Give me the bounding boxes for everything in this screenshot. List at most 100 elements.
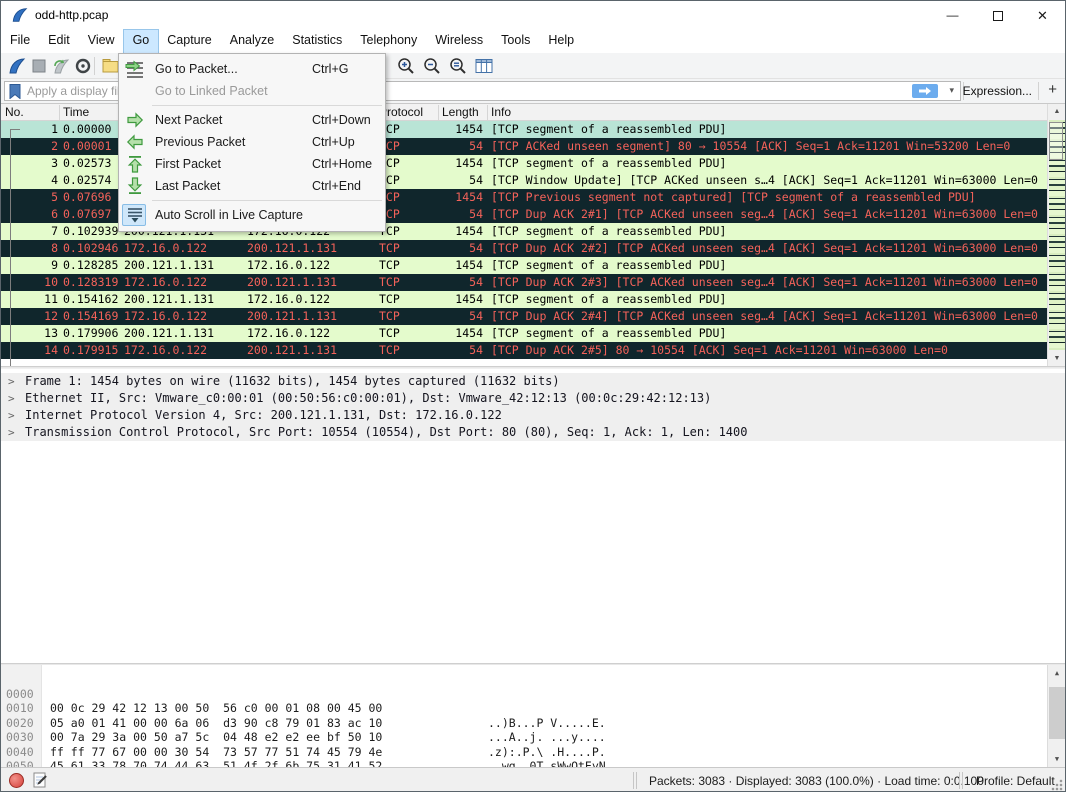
- expander-icon[interactable]: >: [8, 373, 15, 390]
- menu-item-previous-packet[interactable]: Previous PacketCtrl+Up: [119, 131, 385, 153]
- packet-list-scrollbar[interactable]: ▲ ▼: [1047, 104, 1065, 367]
- hex-row[interactable]: 0050 52 66 47 59 67 53 32 41 34 47 59 35…: [1, 745, 1065, 760]
- menu-item-go-to-packet[interactable]: Go to Packet...Ctrl+G: [119, 58, 385, 80]
- cell-info: [TCP Dup ACK 2#4] [TCP ACKed unseen seg……: [491, 308, 1047, 325]
- add-filter-button[interactable]: +: [1048, 81, 1057, 98]
- cell-destination: 172.16.0.122: [247, 325, 330, 342]
- column-header-length[interactable]: Length: [442, 105, 479, 119]
- cell-info: [TCP ACKed unseen segment] 80 → 10554 [A…: [491, 138, 1047, 155]
- detail-text: Transmission Control Protocol, Src Port:…: [25, 424, 747, 441]
- packet-row[interactable]: 14 0.179915 172.16.0.122 200.121.1.131 T…: [1, 342, 1049, 359]
- packet-row[interactable]: 11 0.154162 200.121.1.131 172.16.0.122 T…: [1, 291, 1049, 308]
- scroll-down-icon[interactable]: ▼: [1048, 351, 1066, 367]
- apply-filter-button[interactable]: [912, 84, 938, 98]
- cell-info: [TCP segment of a reassembled PDU]: [491, 155, 1047, 172]
- close-button[interactable]: ✕: [1020, 1, 1065, 30]
- packet-row[interactable]: 10 0.128319 172.16.0.122 200.121.1.131 T…: [1, 274, 1049, 291]
- scroll-down-icon[interactable]: ▼: [1048, 751, 1066, 767]
- menu-help[interactable]: Help: [539, 30, 583, 53]
- menu-telephony[interactable]: Telephony: [351, 30, 426, 53]
- detail-tree-row[interactable]: > Transmission Control Protocol, Src Port…: [1, 424, 1065, 441]
- zoom-out-icon[interactable]: [422, 56, 442, 76]
- menu-file[interactable]: File: [1, 30, 39, 53]
- menubar: FileEditViewGoCaptureAnalyzeStatisticsTe…: [1, 30, 1065, 53]
- cell-destination: 172.16.0.122: [247, 291, 330, 308]
- hex-row[interactable]: 0030 ff ff 77 67 00 00 30 54 73 57 77 51…: [1, 716, 1065, 731]
- resize-columns-icon[interactable]: [474, 56, 494, 76]
- scrollbar-thumb[interactable]: [1049, 122, 1063, 160]
- cell-time: 0.179915: [63, 342, 118, 359]
- filterbar-separator: [1038, 82, 1039, 100]
- statusbar: Packets: 3083 · Displayed: 3083 (100.0%)…: [1, 767, 1065, 792]
- cell-time: 0.128319: [63, 274, 118, 291]
- expression-button[interactable]: Expression...: [963, 84, 1032, 98]
- menu-view[interactable]: View: [79, 30, 124, 53]
- cell-destination: 200.121.1.131: [247, 274, 337, 291]
- column-header-info[interactable]: Info: [491, 105, 511, 119]
- expander-icon[interactable]: >: [8, 407, 15, 424]
- menu-edit[interactable]: Edit: [39, 30, 79, 53]
- column-header-time[interactable]: Time: [63, 105, 89, 119]
- cell-info: [TCP Dup ACK 2#1] [TCP ACKed unseen seg……: [491, 206, 1047, 223]
- pane-splitter[interactable]: [1, 366, 1065, 368]
- detail-tree-row[interactable]: > Frame 1: 1454 bytes on wire (11632 bits…: [1, 373, 1065, 390]
- menu-wireless[interactable]: Wireless: [426, 30, 492, 53]
- hex-row[interactable]: 0020 00 7a 29 3a 00 50 a7 5c 04 48 e2 e2…: [1, 701, 1065, 716]
- detail-text: Frame 1: 1454 bytes on wire (11632 bits)…: [25, 373, 560, 390]
- zoom-reset-icon[interactable]: [448, 56, 468, 76]
- cell-destination: 200.121.1.131: [247, 240, 337, 257]
- restart-capture-icon[interactable]: [51, 56, 71, 76]
- cell-destination: 172.16.0.122: [247, 257, 330, 274]
- column-header-no[interactable]: No.: [5, 105, 24, 119]
- zoom-in-icon[interactable]: [396, 56, 416, 76]
- menu-go[interactable]: Go: [124, 30, 159, 53]
- hex-row[interactable]: 0010 05 a0 01 41 00 00 6a 06 d3 90 c8 79…: [1, 687, 1065, 702]
- expander-icon[interactable]: >: [8, 424, 15, 441]
- column-separator[interactable]: [438, 105, 439, 120]
- resize-grip[interactable]: [1051, 779, 1063, 791]
- minimize-button[interactable]: —: [930, 1, 975, 30]
- start-capture-icon[interactable]: [7, 56, 27, 76]
- scroll-up-icon[interactable]: ▲: [1048, 665, 1066, 681]
- cell-time: 0.102939: [63, 223, 118, 240]
- menu-analyze[interactable]: Analyze: [221, 30, 283, 53]
- packet-details-pane: > Frame 1: 1454 bytes on wire (11632 bits…: [1, 369, 1065, 663]
- cell-info: [TCP segment of a reassembled PDU]: [491, 223, 1047, 240]
- column-separator[interactable]: [59, 105, 60, 120]
- menu-item-auto-scroll-in-live-capture[interactable]: Auto Scroll in Live Capture: [119, 204, 385, 226]
- menu-capture[interactable]: Capture: [158, 30, 220, 53]
- menu-item-next-packet[interactable]: Next PacketCtrl+Down: [119, 109, 385, 131]
- packet-row[interactable]: 13 0.179906 200.121.1.131 172.16.0.122 T…: [1, 325, 1049, 342]
- menu-statistics[interactable]: Statistics: [283, 30, 351, 53]
- hex-row[interactable]: 0040 45 61 33 78 70 74 44 63 51 4f 2f 6b…: [1, 730, 1065, 745]
- expert-info-icon[interactable]: [9, 773, 24, 788]
- filter-dropdown-caret-icon[interactable]: ▾: [949, 85, 954, 96]
- packet-row[interactable]: 8 0.102946 172.16.0.122 200.121.1.131 TC…: [1, 240, 1049, 257]
- hex-row[interactable]: 0000 00 0c 29 42 12 13 00 50 56 c0 00 01…: [1, 672, 1065, 687]
- packet-row[interactable]: 9 0.128285 200.121.1.131 172.16.0.122 TC…: [1, 257, 1049, 274]
- capture-comment-icon[interactable]: [33, 772, 48, 792]
- maximize-button[interactable]: [975, 1, 1020, 30]
- cell-time: 0.128285: [63, 257, 118, 274]
- cell-protocol: TCP: [379, 274, 400, 291]
- cell-info: [TCP Dup ACK 2#2] [TCP ACKed unseen seg……: [491, 240, 1047, 257]
- scroll-up-icon[interactable]: ▲: [1048, 104, 1066, 120]
- detail-tree-row[interactable]: >Ethernet II, Src: Vmware_c0:00:01 (00:5…: [1, 390, 1065, 407]
- cell-info: [TCP segment of a reassembled PDU]: [491, 257, 1047, 274]
- cell-source: 172.16.0.122: [124, 274, 207, 291]
- scrollbar-thumb[interactable]: [1049, 687, 1065, 739]
- menu-tools[interactable]: Tools: [492, 30, 539, 53]
- hex-scrollbar[interactable]: ▲ ▼: [1047, 665, 1065, 767]
- expander-icon[interactable]: >: [8, 390, 15, 407]
- capture-options-icon[interactable]: [73, 56, 93, 76]
- column-separator[interactable]: [487, 105, 488, 120]
- packet-bytes-pane: 0000 00 0c 29 42 12 13 00 50 56 c0 00 01…: [1, 665, 1065, 767]
- menu-item-last-packet[interactable]: Last PacketCtrl+End: [119, 175, 385, 197]
- filter-bookmark-icon[interactable]: [9, 84, 21, 99]
- profile-text[interactable]: Profile: Default: [976, 774, 1055, 788]
- cell-length: 54: [427, 274, 483, 291]
- menu-item-first-packet[interactable]: First PacketCtrl+Home: [119, 153, 385, 175]
- stop-capture-icon[interactable]: [29, 56, 49, 76]
- detail-tree-row[interactable]: >Internet Protocol Version 4, Src: 200.1…: [1, 407, 1065, 424]
- packet-row[interactable]: 12 0.154169 172.16.0.122 200.121.1.131 T…: [1, 308, 1049, 325]
